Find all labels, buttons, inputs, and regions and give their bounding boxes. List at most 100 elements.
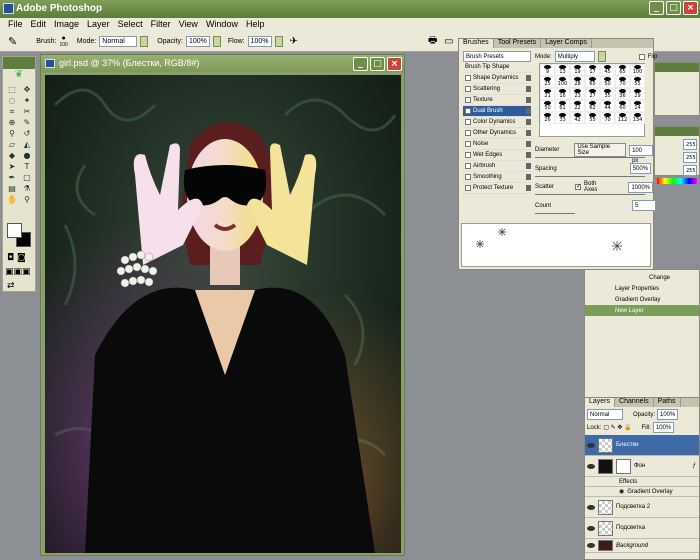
menu-help[interactable]: Help <box>242 18 269 32</box>
checkbox[interactable] <box>465 141 471 147</box>
brush-tip-cell[interactable]: 22 <box>570 100 585 112</box>
tab-channels[interactable]: Channels <box>615 398 654 407</box>
checkbox[interactable] <box>465 75 471 81</box>
doc-maximize-button[interactable]: □ <box>370 57 385 71</box>
crop-tool-icon[interactable]: ⌗ <box>5 107 19 117</box>
quick-mask-icon[interactable]: ◘ ◙ <box>7 253 26 263</box>
move-tool-icon[interactable]: ✥ <box>20 85 34 95</box>
brush-tip-cell[interactable]: 13 <box>555 64 570 76</box>
brush-option-item-selected[interactable]: Dual Brush <box>463 106 531 117</box>
eye-icon[interactable] <box>587 543 595 548</box>
brush-tip-cell[interactable]: 42 <box>570 112 585 124</box>
eye-icon[interactable] <box>587 463 595 469</box>
brush-option-item[interactable]: Brush Tip Shape <box>463 62 531 73</box>
layer-row[interactable]: Background <box>585 539 699 553</box>
checkbox[interactable] <box>465 185 471 191</box>
layer-row[interactable]: Подсветка <box>585 518 699 539</box>
lock-icon[interactable] <box>526 152 531 158</box>
clone-stamp-icon[interactable]: ⚲ <box>5 129 19 139</box>
menu-file[interactable]: File <box>4 18 27 32</box>
checkbox[interactable] <box>465 97 471 103</box>
menu-edit[interactable]: Edit <box>27 18 51 32</box>
fill-field[interactable]: 100% <box>652 422 675 433</box>
brush-option-item[interactable]: Shape Dynamics <box>463 73 531 84</box>
layer-opacity-field[interactable]: 100% <box>657 409 679 420</box>
both-axes-checkbox[interactable]: ✓ <box>575 184 581 190</box>
lock-icon[interactable] <box>526 108 531 114</box>
tab-layer-comps[interactable]: Layer Comps <box>541 39 592 48</box>
color-r-field[interactable]: 255 <box>683 139 697 150</box>
brush-option-item[interactable]: Airbrush <box>463 161 531 172</box>
layer-effects-row[interactable]: Effects <box>585 477 699 487</box>
brush-tip-cell[interactable]: 61 <box>555 100 570 112</box>
checkbox[interactable] <box>465 174 471 180</box>
brush-tip-cell[interactable]: 50 <box>540 100 555 112</box>
paint-bucket-icon[interactable]: ◭ <box>20 140 34 150</box>
color-b-field[interactable]: 255 <box>683 165 697 176</box>
brush-tip-cell[interactable]: 19 <box>570 64 585 76</box>
mode-select[interactable]: Normal <box>99 36 138 47</box>
brush-picker[interactable]: ● 100 <box>59 35 67 48</box>
type-tool-icon[interactable]: T <box>20 162 34 172</box>
history-item[interactable]: Change <box>585 272 699 283</box>
dodge-tool-icon[interactable]: ● <box>20 151 34 161</box>
checkbox[interactable] <box>465 86 471 92</box>
layer-effect-row[interactable]: ◉ Gradient Overlay <box>585 487 699 497</box>
foreground-color[interactable] <box>7 223 22 238</box>
eye-icon[interactable] <box>587 504 595 510</box>
airbrush-icon[interactable]: ✈ <box>290 36 298 47</box>
hand-tool-icon[interactable]: ✋ <box>5 195 19 205</box>
brush-presets-item[interactable]: Brush Presets <box>463 51 531 62</box>
maximize-button[interactable]: □ <box>666 1 681 15</box>
brush-tip-cell[interactable]: 21 <box>540 88 555 100</box>
checkbox[interactable] <box>465 130 471 136</box>
count-slider[interactable] <box>535 213 575 214</box>
lasso-tool-icon[interactable]: ◌ <box>5 96 19 106</box>
brush-tip-cell[interactable]: 26 <box>540 112 555 124</box>
lock-icon[interactable] <box>526 185 531 191</box>
brush-tip-cell[interactable]: 28 <box>570 76 585 88</box>
checkbox[interactable] <box>465 152 471 158</box>
brush-tip-cell[interactable]: 100 <box>555 76 570 88</box>
minimize-button[interactable]: _ <box>649 1 664 15</box>
menu-select[interactable]: Select <box>114 18 147 32</box>
layer-row[interactable]: Фон ƒ <box>585 456 699 477</box>
lock-icon[interactable] <box>526 86 531 92</box>
history-item[interactable]: Gradient Overlay <box>585 294 699 305</box>
eye-icon[interactable] <box>587 442 595 448</box>
blend-mode-select[interactable]: Normal <box>587 409 623 420</box>
brush-option-item[interactable]: Smoothing <box>463 172 531 183</box>
brush-option-item[interactable]: Texture <box>463 95 531 106</box>
file-browser-icon[interactable]: ▭ <box>444 36 453 47</box>
brush-option-item[interactable]: Protect Texture <box>463 183 531 194</box>
brush-option-item[interactable]: Scattering <box>463 84 531 95</box>
brush-option-item[interactable]: Color Dynamics <box>463 117 531 128</box>
tab-layers[interactable]: Layers <box>585 398 616 407</box>
color-ramp[interactable] <box>657 178 697 184</box>
menu-layer[interactable]: Layer <box>83 18 114 32</box>
lock-icon[interactable] <box>526 119 531 125</box>
effects-icon[interactable]: ƒ <box>693 463 696 469</box>
tab-brushes[interactable]: Brushes <box>459 39 494 48</box>
eyedropper-icon[interactable]: ⚗ <box>20 184 34 194</box>
menu-view[interactable]: View <box>175 18 202 32</box>
chevron-down-icon[interactable] <box>140 36 149 47</box>
marquee-tool-icon[interactable]: ⬚ <box>5 85 19 95</box>
screen-mode-icon[interactable]: ▣▣▣ <box>5 267 31 277</box>
lock-icon[interactable] <box>526 174 531 180</box>
brush-tool-icon[interactable]: ✎ <box>20 118 34 128</box>
menu-window[interactable]: Window <box>202 18 242 32</box>
menu-image[interactable]: Image <box>50 18 83 32</box>
tab-tool-presets[interactable]: Tool Presets <box>494 39 542 48</box>
close-button[interactable]: × <box>683 1 698 15</box>
image-canvas[interactable] <box>45 75 401 553</box>
lock-icon[interactable] <box>526 163 531 169</box>
menu-filter[interactable]: Filter <box>147 18 175 32</box>
slice-tool-icon[interactable]: ✂ <box>20 107 34 117</box>
brush-option-item[interactable]: Wet Edges <box>463 150 531 161</box>
healing-brush-icon[interactable]: ⊕ <box>5 118 19 128</box>
blur-tool-icon[interactable]: ◆ <box>5 151 19 161</box>
path-select-icon[interactable]: ➤ <box>5 162 19 172</box>
checkbox[interactable] <box>465 163 471 169</box>
brush-tip-cell[interactable]: 33 <box>555 112 570 124</box>
